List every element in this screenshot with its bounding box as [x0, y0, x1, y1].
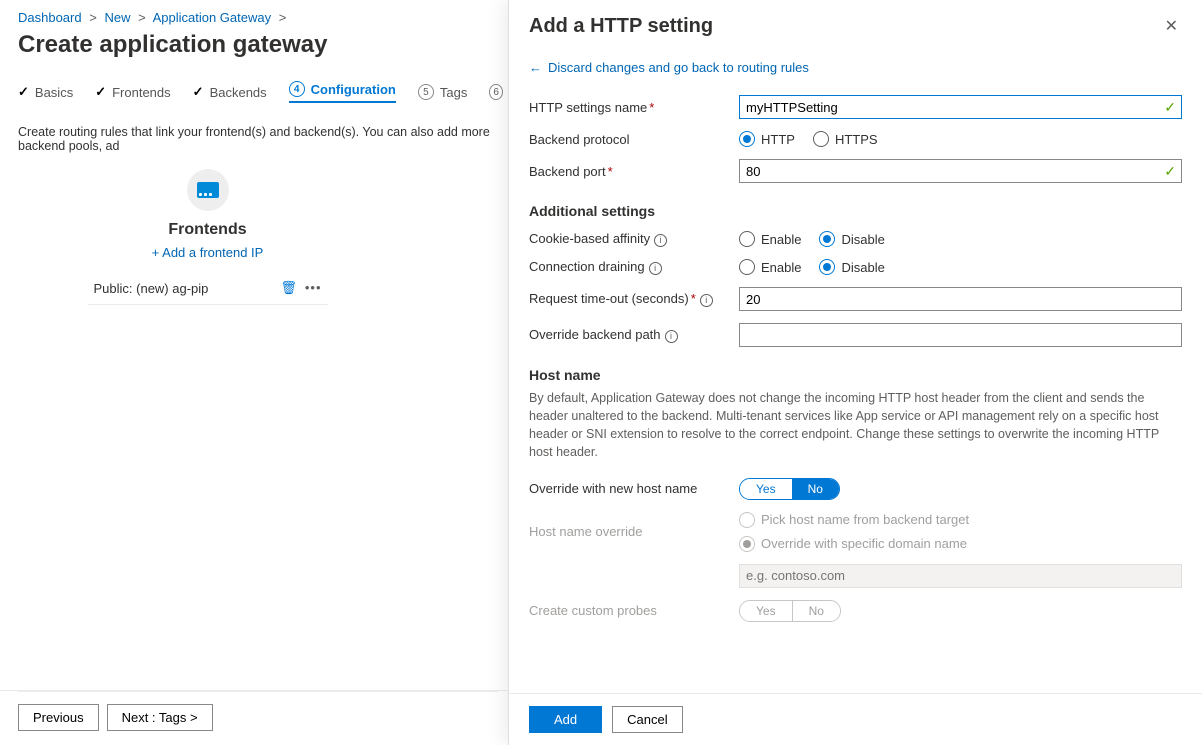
tab-tags[interactable]: 5Tags	[418, 84, 467, 100]
backend-protocol-label: Backend protocol	[529, 132, 739, 147]
protocol-http-radio[interactable]: HTTP	[739, 131, 795, 147]
hostname-description: By default, Application Gateway does not…	[529, 389, 1182, 462]
subtext: Create routing rules that link your fron…	[0, 117, 508, 169]
toggle-no[interactable]: No	[792, 479, 839, 499]
info-icon[interactable]: i	[649, 262, 662, 275]
timeout-label: Request time-out (seconds)	[529, 291, 689, 306]
override-path-label: Override backend path	[529, 327, 661, 342]
info-icon[interactable]: i	[654, 234, 667, 247]
request-timeout-input[interactable]	[739, 287, 1182, 311]
breadcrumb-item[interactable]: New	[104, 10, 130, 25]
hostname-override-label: Host name override	[529, 524, 739, 539]
pick-from-backend-radio: Pick host name from backend target	[739, 512, 969, 528]
more-icon[interactable]: •••	[305, 280, 322, 296]
custom-probes-toggle: Yes No	[739, 600, 841, 622]
frontends-column: Frontends + Add a frontend IP Public: (n…	[18, 169, 398, 305]
domain-name-input	[739, 564, 1182, 588]
wizard-tabs: ✓Basics ✓Frontends ✓Backends 4Configurat…	[0, 77, 508, 117]
additional-settings-heading: Additional settings	[529, 203, 1182, 219]
override-backend-path-input[interactable]	[739, 323, 1182, 347]
connection-draining-label: Connection draining	[529, 259, 645, 274]
add-button[interactable]: Add	[529, 706, 602, 733]
cookie-disable-radio[interactable]: Disable	[819, 231, 884, 247]
override-newhost-label: Override with new host name	[529, 481, 739, 496]
cookie-enable-radio[interactable]: Enable	[739, 231, 801, 247]
backend-port-input[interactable]	[739, 159, 1182, 183]
check-icon: ✓	[1164, 163, 1176, 180]
http-settings-name-input[interactable]	[739, 95, 1182, 119]
previous-button[interactable]: Previous	[18, 704, 99, 731]
toggle-no: No	[792, 601, 840, 621]
tab-basics[interactable]: ✓Basics	[18, 84, 73, 100]
hostname-heading: Host name	[529, 367, 1182, 383]
next-button[interactable]: Next : Tags >	[107, 704, 213, 731]
backend-port-label: Backend port	[529, 164, 606, 179]
tab-configuration[interactable]: 4Configuration	[289, 81, 396, 103]
delete-icon[interactable]: 🗑	[280, 280, 297, 296]
info-icon[interactable]: i	[700, 294, 713, 307]
panel-footer: Add Cancel	[509, 693, 1202, 745]
drain-enable-radio[interactable]: Enable	[739, 259, 801, 275]
add-http-setting-panel: Add a HTTP setting ✕ ← Discard changes a…	[508, 0, 1202, 745]
drain-disable-radio[interactable]: Disable	[819, 259, 884, 275]
frontend-row[interactable]: Public: (new) ag-pip 🗑 •••	[88, 272, 328, 305]
tab-frontends[interactable]: ✓Frontends	[95, 84, 170, 100]
frontends-icon	[187, 169, 229, 211]
toggle-yes: Yes	[740, 601, 792, 621]
frontend-row-label: Public: (new) ag-pip	[94, 281, 209, 296]
add-frontend-ip-link[interactable]: + Add a frontend IP	[152, 245, 264, 260]
http-name-label: HTTP settings name	[529, 100, 647, 115]
toggle-yes[interactable]: Yes	[740, 479, 792, 499]
override-specific-radio: Override with specific domain name	[739, 536, 967, 552]
cancel-button[interactable]: Cancel	[612, 706, 682, 733]
panel-title: Add a HTTP setting	[529, 15, 713, 38]
info-icon[interactable]: i	[665, 330, 678, 343]
page-title: Create application gateway	[0, 29, 508, 77]
check-icon: ✓	[1164, 99, 1176, 116]
cookie-affinity-label: Cookie-based affinity	[529, 231, 650, 246]
breadcrumb-item[interactable]: Dashboard	[18, 10, 82, 25]
breadcrumb-item[interactable]: Application Gateway	[153, 10, 272, 25]
custom-probes-label: Create custom probes	[529, 603, 739, 618]
arrow-left-icon: ←	[529, 60, 542, 75]
override-hostname-toggle[interactable]: Yes No	[739, 478, 840, 500]
tab-backends[interactable]: ✓Backends	[193, 84, 267, 100]
breadcrumb: Dashboard > New > Application Gateway >	[0, 0, 508, 29]
protocol-https-radio[interactable]: HTTPS	[813, 131, 878, 147]
frontends-title: Frontends	[168, 221, 246, 239]
close-icon[interactable]: ✕	[1161, 12, 1182, 40]
discard-link[interactable]: ← Discard changes and go back to routing…	[529, 60, 809, 75]
wizard-footer: Previous Next : Tags >	[18, 691, 498, 731]
